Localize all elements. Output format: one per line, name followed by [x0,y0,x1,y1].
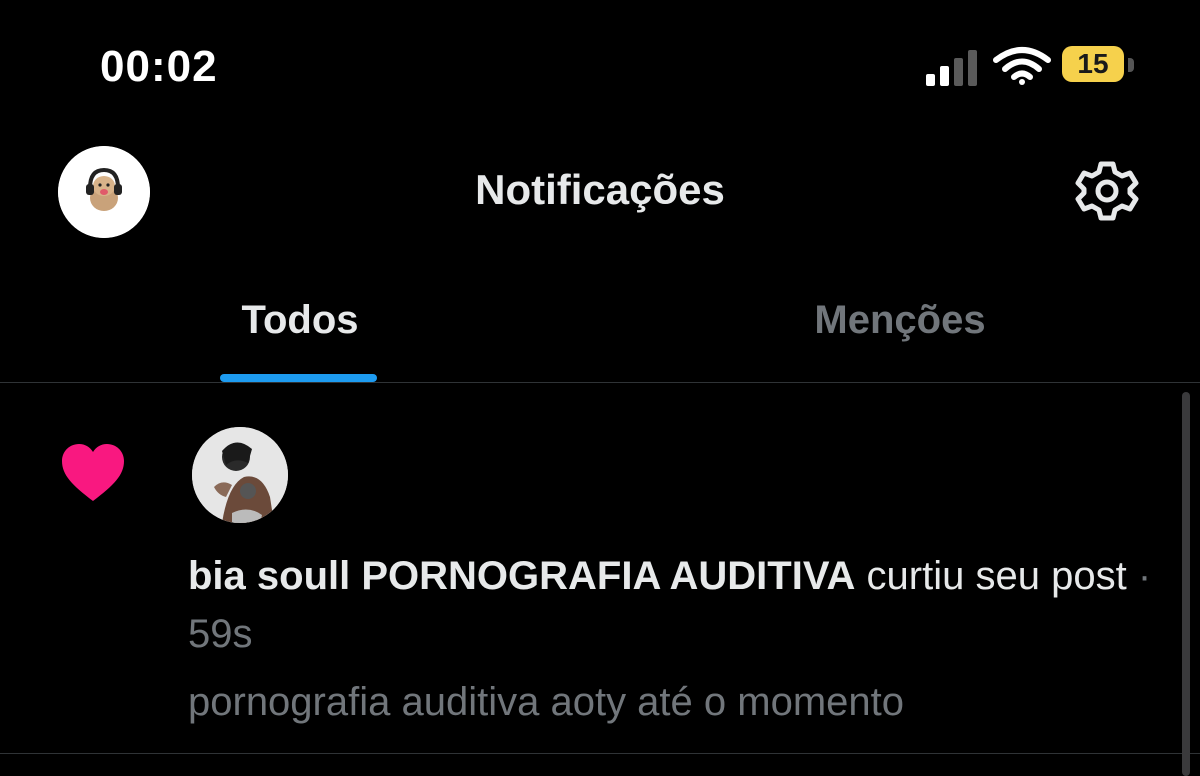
battery-level: 15 [1077,48,1109,79]
header: Notificações [0,130,1200,260]
separator-dot: · [1137,554,1152,598]
status-time: 00:02 [100,42,218,91]
heart-icon [62,444,124,501]
user-avatar[interactable] [192,427,288,523]
divider [0,753,1200,754]
active-tab-indicator [220,374,377,382]
tab-todos[interactable]: Todos [150,280,450,384]
wifi-icon [993,47,1051,85]
user-name[interactable]: bia soull PORNOGRAFIA AUDITIVA [188,554,855,598]
battery-cap [1128,58,1134,72]
battery-icon: 15 [1062,46,1124,82]
tabs: Todos Menções [0,280,1200,384]
timestamp: 59s [188,612,253,656]
status-bar: 00:02 15 [0,0,1200,130]
action-text: curtiu seu [866,554,1040,598]
tab-mencoes[interactable]: Menções [750,280,1050,384]
notification-text: bia soull PORNOGRAFIA AUDITIVA curtiu se… [188,547,1178,663]
scrollbar[interactable] [1182,392,1190,776]
signal-icon [926,50,977,86]
page-title: Notificações [475,166,725,213]
post-preview[interactable]: pornografia auditiva aoty até o momento [188,673,1178,731]
user-avatar-image [192,427,288,523]
notification-item[interactable]: bia soull PORNOGRAFIA AUDITIVA curtiu se… [0,383,1200,753]
status-icons: 15 [920,44,1150,92]
gear-icon[interactable] [1072,156,1142,226]
action-text-post: post [1051,554,1127,598]
